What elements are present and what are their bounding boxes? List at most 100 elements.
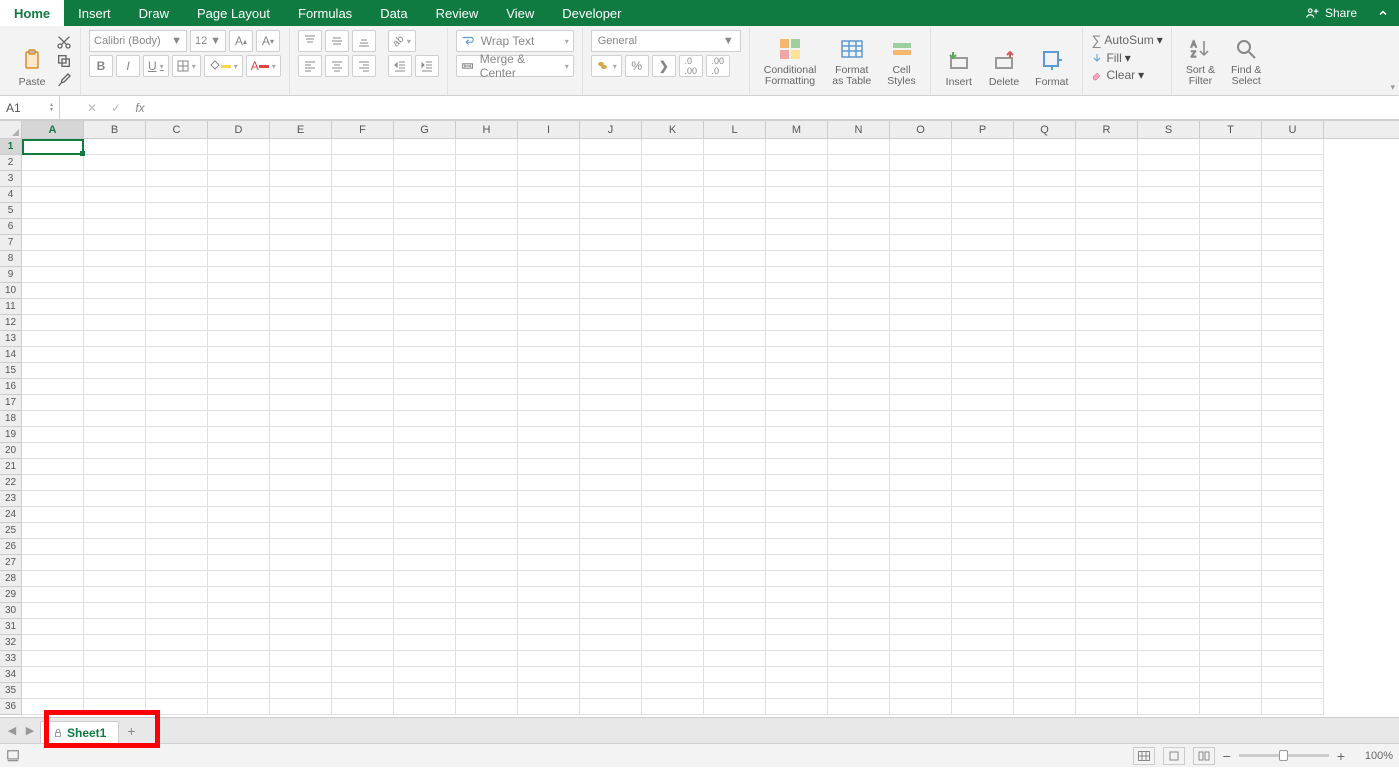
cell[interactable] — [394, 683, 456, 699]
row-header[interactable]: 2 — [0, 155, 22, 171]
cell[interactable] — [1200, 459, 1262, 475]
cell[interactable] — [332, 523, 394, 539]
cell[interactable] — [704, 219, 766, 235]
cell[interactable] — [580, 347, 642, 363]
cell[interactable] — [146, 187, 208, 203]
column-header[interactable]: A — [22, 121, 84, 138]
increase-decimal-button[interactable]: .0.00 — [679, 55, 703, 77]
cell[interactable] — [1200, 523, 1262, 539]
cell[interactable] — [1262, 443, 1324, 459]
cell[interactable] — [1076, 699, 1138, 715]
cell[interactable] — [208, 635, 270, 651]
cell[interactable] — [208, 299, 270, 315]
cell[interactable] — [270, 251, 332, 267]
row-header[interactable]: 23 — [0, 491, 22, 507]
align-middle-button[interactable] — [325, 30, 349, 52]
cell[interactable] — [456, 251, 518, 267]
insert-function-button[interactable]: fx — [128, 101, 152, 115]
cell[interactable] — [332, 299, 394, 315]
cell[interactable] — [208, 603, 270, 619]
cell[interactable] — [1138, 539, 1200, 555]
cell[interactable] — [332, 411, 394, 427]
cell[interactable] — [208, 667, 270, 683]
cell[interactable] — [394, 331, 456, 347]
cell[interactable] — [1200, 155, 1262, 171]
cell[interactable] — [332, 139, 394, 155]
cell[interactable] — [1076, 379, 1138, 395]
cell[interactable] — [642, 651, 704, 667]
cell[interactable] — [394, 699, 456, 715]
cell[interactable] — [1200, 475, 1262, 491]
cell[interactable] — [766, 315, 828, 331]
cell[interactable] — [580, 331, 642, 347]
cell[interactable] — [828, 427, 890, 443]
decrease-decimal-button[interactable]: .00.0 — [706, 55, 730, 77]
cell[interactable] — [22, 395, 84, 411]
cell[interactable] — [22, 363, 84, 379]
cell[interactable] — [332, 267, 394, 283]
cell[interactable] — [394, 363, 456, 379]
cell[interactable] — [332, 459, 394, 475]
cell[interactable] — [766, 555, 828, 571]
cell[interactable] — [332, 315, 394, 331]
cell[interactable] — [456, 507, 518, 523]
cell[interactable] — [22, 635, 84, 651]
cell[interactable] — [580, 363, 642, 379]
cell[interactable] — [22, 155, 84, 171]
cell[interactable] — [270, 491, 332, 507]
cell[interactable] — [766, 299, 828, 315]
cell[interactable] — [332, 379, 394, 395]
cell[interactable] — [270, 315, 332, 331]
cell[interactable] — [580, 299, 642, 315]
column-header[interactable]: T — [1200, 121, 1262, 138]
italic-button[interactable]: I — [116, 55, 140, 77]
cell[interactable] — [766, 539, 828, 555]
cell[interactable] — [704, 459, 766, 475]
cell[interactable] — [1262, 155, 1324, 171]
cell[interactable] — [952, 475, 1014, 491]
cell[interactable] — [518, 411, 580, 427]
cell[interactable] — [1262, 523, 1324, 539]
cell[interactable] — [1200, 411, 1262, 427]
column-header[interactable]: K — [642, 121, 704, 138]
cell[interactable] — [332, 219, 394, 235]
cell[interactable] — [456, 443, 518, 459]
cell[interactable] — [84, 171, 146, 187]
cell[interactable] — [580, 411, 642, 427]
tab-formulas[interactable]: Formulas — [284, 0, 366, 26]
row-header[interactable]: 3 — [0, 171, 22, 187]
cell[interactable] — [332, 331, 394, 347]
cell[interactable] — [1014, 699, 1076, 715]
cell[interactable] — [1014, 155, 1076, 171]
cell[interactable] — [890, 203, 952, 219]
zoom-level[interactable]: 100% — [1353, 750, 1393, 762]
cell[interactable] — [828, 203, 890, 219]
cell[interactable] — [1138, 667, 1200, 683]
cell[interactable] — [952, 379, 1014, 395]
cell[interactable] — [332, 667, 394, 683]
cell[interactable] — [208, 203, 270, 219]
cell[interactable] — [704, 619, 766, 635]
cell[interactable] — [1200, 427, 1262, 443]
cell[interactable] — [890, 539, 952, 555]
cell[interactable] — [704, 379, 766, 395]
increase-indent-button[interactable] — [415, 55, 439, 77]
cell[interactable] — [704, 251, 766, 267]
cell[interactable] — [518, 187, 580, 203]
cell[interactable] — [642, 699, 704, 715]
cell[interactable] — [1076, 587, 1138, 603]
cell[interactable] — [766, 507, 828, 523]
cell[interactable] — [1076, 251, 1138, 267]
cell[interactable] — [22, 139, 84, 155]
cell[interactable] — [580, 683, 642, 699]
cell[interactable] — [518, 203, 580, 219]
cell[interactable] — [766, 443, 828, 459]
cell[interactable] — [332, 683, 394, 699]
row-header[interactable]: 25 — [0, 523, 22, 539]
cell[interactable] — [1262, 491, 1324, 507]
cell[interactable] — [890, 139, 952, 155]
cell[interactable] — [828, 667, 890, 683]
cell[interactable] — [1014, 443, 1076, 459]
row-header[interactable]: 34 — [0, 667, 22, 683]
cell[interactable] — [952, 459, 1014, 475]
